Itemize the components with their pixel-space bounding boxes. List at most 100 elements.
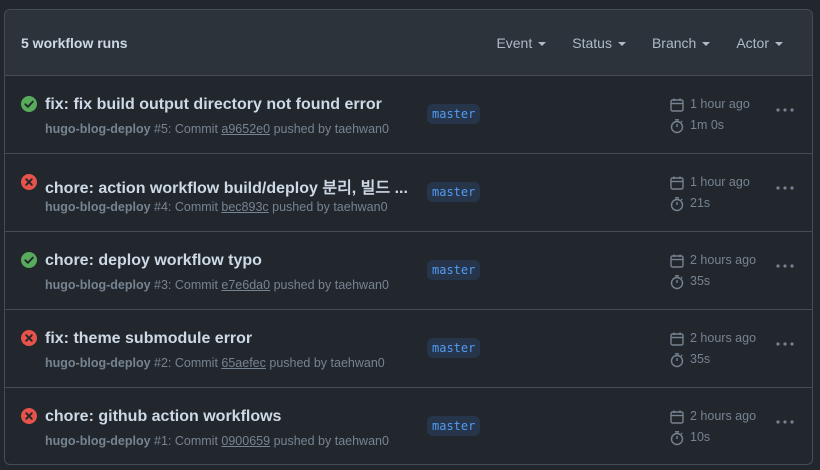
time-ago: 1 hour ago: [690, 175, 750, 189]
x-circle-icon: [21, 330, 37, 346]
kebab-horizontal-icon: [776, 342, 794, 346]
calendar-icon: [670, 176, 684, 190]
time-ago: 2 hours ago: [690, 331, 757, 345]
time-ago: 2 hours ago: [690, 253, 757, 267]
run-meta: hugo-blog-deploy #5: Commit a9652e0 push…: [45, 122, 389, 136]
workflow-run-row: chore: action workflow build/deploy 분리, …: [5, 154, 812, 232]
kebab-horizontal-icon: [776, 264, 794, 268]
time-ago: 1 hour ago: [690, 97, 750, 111]
pushed-by: pushed by taehwan0: [273, 278, 389, 292]
commit-prefix: : Commit: [167, 200, 218, 214]
workflow-run-row: chore: deploy workflow typo hugo-blog-de…: [5, 232, 812, 310]
run-number: #5: [154, 122, 168, 136]
pushed-by: pushed by taehwan0: [272, 200, 388, 214]
commit-prefix: : Commit: [167, 434, 218, 448]
workflow-name: hugo-blog-deploy: [45, 434, 151, 448]
run-number: #1: [154, 434, 168, 448]
run-title[interactable]: fix: fix build output directory not foun…: [45, 96, 415, 114]
run-title[interactable]: chore: github action workflows: [45, 408, 415, 426]
branch-label[interactable]: master: [427, 104, 481, 124]
run-duration: 35s: [690, 352, 711, 366]
filter-label: Branch: [651, 34, 697, 51]
filter-label: Actor: [736, 34, 769, 51]
kebab-menu-button[interactable]: [773, 336, 797, 352]
stopwatch-icon: [670, 430, 684, 445]
branch-label[interactable]: master: [427, 182, 481, 202]
workflow-name: hugo-blog-deploy: [45, 122, 151, 136]
workflow-name: hugo-blog-deploy: [45, 278, 151, 292]
run-timing: 2 hours ago 10s: [669, 406, 756, 448]
run-title[interactable]: chore: action workflow build/deploy 분리, …: [45, 174, 415, 198]
run-timing: 2 hours ago 35s: [669, 250, 756, 292]
kebab-horizontal-icon: [776, 108, 794, 112]
run-duration: 10s: [690, 430, 711, 444]
run-duration: 35s: [690, 274, 711, 288]
filter-actor-dropdown[interactable]: Actor: [723, 35, 796, 51]
commit-prefix: : Commit: [167, 278, 218, 292]
kebab-menu-button[interactable]: [773, 414, 797, 430]
runs-header: 5 workflow runs Event Status Branch Acto…: [5, 10, 812, 76]
calendar-icon: [670, 410, 684, 424]
run-number: #4: [154, 200, 168, 214]
pushed-by: pushed by taehwan0: [269, 356, 385, 370]
workflow-name: hugo-blog-deploy: [45, 356, 151, 370]
commit-link[interactable]: e7e6da0: [221, 278, 270, 292]
run-meta: hugo-blog-deploy #4: Commit bec893c push…: [45, 200, 388, 214]
check-circle-icon: [21, 96, 37, 112]
commit-link[interactable]: bec893c: [221, 200, 268, 214]
commit-prefix: : Commit: [167, 356, 218, 370]
branch-label[interactable]: master: [427, 260, 481, 280]
triangle-down-icon: [775, 41, 783, 46]
workflow-name: hugo-blog-deploy: [45, 200, 151, 214]
run-timing: 1 hour ago 21s: [669, 172, 750, 214]
pushed-by: pushed by taehwan0: [273, 434, 389, 448]
kebab-horizontal-icon: [776, 186, 794, 190]
run-number: #2: [154, 356, 168, 370]
stopwatch-icon: [670, 118, 684, 133]
run-timing: 2 hours ago 35s: [669, 328, 756, 370]
workflow-run-row: fix: theme submodule error hugo-blog-dep…: [5, 310, 812, 388]
filter-branch-dropdown[interactable]: Branch: [639, 35, 723, 51]
kebab-menu-button[interactable]: [773, 258, 797, 274]
triangle-down-icon: [617, 41, 626, 46]
stopwatch-icon: [670, 352, 684, 367]
branch-label[interactable]: master: [427, 338, 481, 358]
commit-prefix: : Commit: [167, 122, 218, 136]
filter-status-dropdown[interactable]: Status: [559, 35, 639, 51]
run-meta: hugo-blog-deploy #2: Commit 65aefec push…: [45, 356, 385, 370]
filter-label: Event: [496, 34, 533, 51]
pushed-by: pushed by taehwan0: [273, 122, 389, 136]
calendar-icon: [670, 98, 684, 112]
workflow-runs-box: 5 workflow runs Event Status Branch Acto…: [4, 9, 813, 465]
run-timing: 1 hour ago 1m 0s: [669, 94, 750, 136]
run-duration: 1m 0s: [690, 118, 725, 132]
kebab-menu-button[interactable]: [773, 102, 797, 118]
check-circle-icon: [21, 252, 37, 268]
filter-bar: Event Status Branch Actor: [483, 35, 796, 51]
kebab-menu-button[interactable]: [773, 180, 797, 196]
workflow-run-row: chore: github action workflows hugo-blog…: [5, 388, 812, 464]
stopwatch-icon: [670, 196, 684, 211]
time-ago: 2 hours ago: [690, 409, 757, 423]
branch-label[interactable]: master: [427, 416, 481, 436]
filter-event-dropdown[interactable]: Event: [483, 35, 559, 51]
run-duration: 21s: [690, 196, 711, 210]
calendar-icon: [670, 254, 684, 268]
stopwatch-icon: [670, 274, 684, 289]
x-circle-icon: [21, 174, 37, 190]
run-title[interactable]: fix: theme submodule error: [45, 330, 415, 348]
commit-link[interactable]: 0900659: [221, 434, 270, 448]
runs-list: fix: fix build output directory not foun…: [5, 76, 812, 464]
kebab-horizontal-icon: [776, 420, 794, 424]
triangle-down-icon: [538, 41, 547, 46]
commit-link[interactable]: a9652e0: [221, 122, 270, 136]
x-circle-icon: [21, 408, 37, 424]
runs-count: 5 workflow runs: [21, 34, 128, 51]
run-title[interactable]: chore: deploy workflow typo: [45, 252, 415, 270]
commit-link[interactable]: 65aefec: [221, 356, 265, 370]
run-meta: hugo-blog-deploy #3: Commit e7e6da0 push…: [45, 278, 389, 292]
filter-label: Status: [572, 34, 612, 51]
workflow-run-row: fix: fix build output directory not foun…: [5, 76, 812, 154]
calendar-icon: [670, 332, 684, 346]
run-number: #3: [154, 278, 168, 292]
